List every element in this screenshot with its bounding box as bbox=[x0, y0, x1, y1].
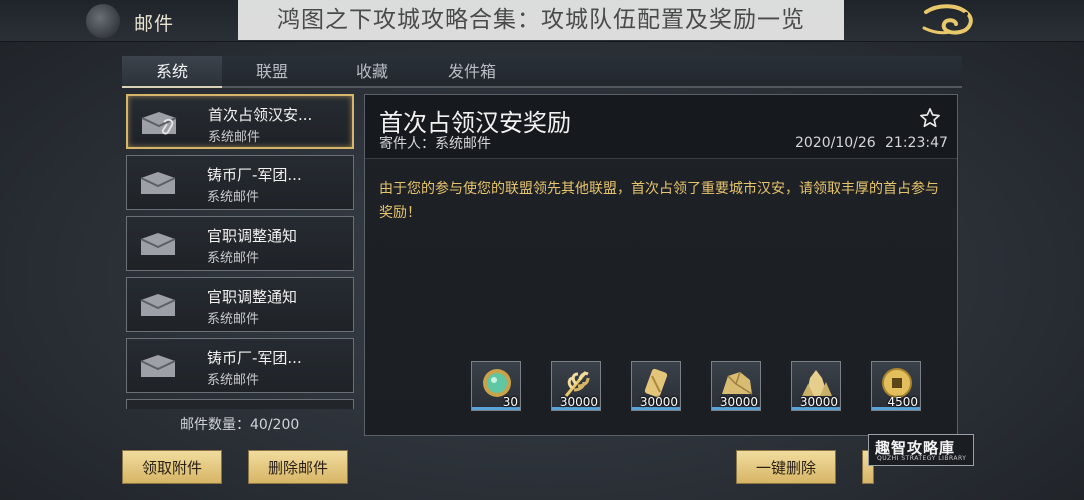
mail-detail-date: 2020/10/26 bbox=[795, 135, 876, 151]
envelope-icon bbox=[140, 172, 176, 194]
mail-list-item[interactable]: 铸币厂-军团... 系统邮件 bbox=[126, 338, 354, 393]
delete-all-button[interactable]: 一键删除 bbox=[736, 450, 836, 484]
page-title: 邮件 bbox=[134, 13, 175, 35]
envelope-icon bbox=[140, 355, 176, 377]
reward-quantity: 30000 bbox=[799, 395, 838, 409]
envelope-icon bbox=[140, 233, 176, 255]
reward-quantity: 30 bbox=[502, 395, 518, 409]
reward-list: 30 30000 30000 30000 30000 4500 bbox=[471, 361, 931, 413]
tab-alliance[interactable]: 联盟 bbox=[222, 56, 322, 88]
mail-sender: 系统邮件 bbox=[207, 312, 260, 327]
reward-quantity: 30000 bbox=[559, 395, 598, 409]
reward-item[interactable]: 30000 bbox=[631, 361, 681, 411]
reward-quantity: 30000 bbox=[719, 395, 758, 409]
mail-count: 邮件数量：40/200 bbox=[180, 417, 300, 433]
mail-title: 官职调整通知 bbox=[207, 227, 298, 245]
mail-list-item[interactable]: 官职调整通知 系统邮件 bbox=[126, 277, 354, 332]
reward-quantity: 4500 bbox=[887, 395, 918, 409]
claim-attachments-button[interactable]: 领取附件 bbox=[122, 450, 222, 484]
mail-list-item[interactable]: 首次占领汉安... 系统邮件 bbox=[126, 94, 354, 149]
mail-tabs: 系统 联盟 收藏 发件箱 bbox=[122, 56, 962, 88]
reward-item[interactable]: 30000 bbox=[551, 361, 601, 411]
mail-sender: 系统邮件 bbox=[208, 130, 261, 145]
envelope-icon bbox=[140, 294, 176, 316]
reward-item[interactable]: 30000 bbox=[791, 361, 841, 411]
mail-detail-time: 21:23:47 bbox=[885, 135, 948, 151]
mail-sender: 系统邮件 bbox=[207, 251, 260, 266]
mail-detail-sender: 寄件人：系统邮件 bbox=[379, 136, 491, 152]
mail-detail-header: 首次占领汉安奖励 寄件人：系统邮件 2020/10/26 21:23:47 bbox=[365, 95, 957, 159]
mail-sender: 系统邮件 bbox=[207, 190, 260, 205]
envelope-attachment-icon bbox=[141, 112, 177, 135]
watermark-subtext: QUZHI STRATEGY LIBRARY bbox=[877, 455, 967, 462]
mail-list-item[interactable]: 官职调整通知 系统邮件 bbox=[126, 216, 354, 271]
mail-sender: 系统邮件 bbox=[207, 373, 260, 388]
delete-mail-button[interactable]: 删除邮件 bbox=[248, 450, 348, 484]
reward-quantity: 30000 bbox=[639, 395, 678, 409]
mail-title: 铸币厂-军团... bbox=[207, 349, 302, 367]
mail-list-item-partial[interactable] bbox=[126, 399, 354, 409]
mail-title: 铸币厂-军团... bbox=[207, 166, 302, 184]
reward-item[interactable]: 30 bbox=[471, 361, 521, 411]
mail-title: 首次占领汉安... bbox=[208, 106, 313, 124]
mail-list-item[interactable]: 铸币厂-军团... 系统邮件 bbox=[126, 155, 354, 210]
mail-detail-body: 由于您的参与使您的联盟领先其他联盟，首次占领了重要城市汉安，请领取丰厚的首占参与… bbox=[379, 181, 939, 221]
mail-title: 官职调整通知 bbox=[207, 288, 298, 306]
back-button[interactable] bbox=[86, 4, 120, 38]
overlay-caption: 鸿图之下攻城攻略合集：攻城队伍配置及奖励一览 bbox=[238, 0, 844, 40]
dragon-logo-icon bbox=[922, 4, 973, 35]
watermark-logo: 趣智攻略庫 QUZHI STRATEGY LIBRARY bbox=[868, 434, 974, 466]
reward-item[interactable]: 30000 bbox=[711, 361, 761, 411]
tab-system[interactable]: 系统 bbox=[122, 56, 222, 88]
mail-detail-panel: 首次占领汉安奖励 寄件人：系统邮件 2020/10/26 21:23:47 由于… bbox=[364, 94, 958, 436]
reward-item[interactable]: 4500 bbox=[871, 361, 921, 411]
star-icon[interactable] bbox=[919, 107, 941, 129]
tab-favorites[interactable]: 收藏 bbox=[322, 56, 422, 88]
tab-outbox[interactable]: 发件箱 bbox=[422, 56, 522, 88]
